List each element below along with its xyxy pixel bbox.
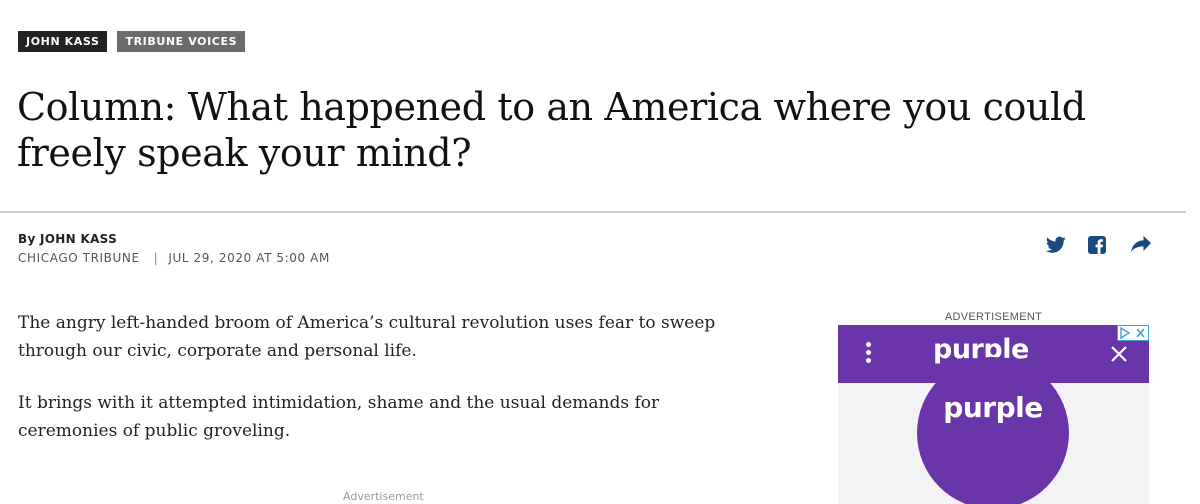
byline-meta: CHICAGO TRIBUNE | JUL 29, 2020 AT 5:00 A…	[18, 251, 330, 265]
sidebar-ad-label: ADVERTISEMENT	[944, 311, 1043, 323]
paragraph: The angry left-handed broom of America’s…	[18, 313, 716, 361]
close-icon[interactable]	[1108, 343, 1130, 365]
share-arrow-icon[interactable]	[1130, 236, 1151, 254]
byline-date: JUL 29, 2020 AT 5:00 AM	[168, 251, 330, 265]
section-tags: JOHN KASS TRIBUNE VOICES	[18, 31, 246, 52]
sidebar-ad[interactable]: purple purple	[838, 325, 1149, 504]
inline-ad-label: Advertisement	[343, 490, 424, 503]
article-body: The angry left-handed broom of America’s…	[18, 309, 758, 469]
facebook-icon[interactable]	[1088, 236, 1108, 254]
ad-circle-logo[interactable]: purple	[917, 357, 1069, 504]
article-headline: Column: What happened to an America wher…	[17, 85, 1086, 175]
byline-separator: |	[153, 251, 159, 265]
byline: By JOHN KASS CHICAGO TRIBUNE | JUL 29, 2…	[18, 232, 330, 265]
byline-publication: CHICAGO TRIBUNE	[18, 251, 140, 265]
tag-john-kass[interactable]: JOHN KASS	[18, 31, 108, 52]
byline-author[interactable]: By JOHN KASS	[18, 232, 330, 246]
tag-tribune-voices[interactable]: TRIBUNE VOICES	[117, 31, 246, 52]
ad-choices-icon[interactable]	[1117, 325, 1149, 341]
header-divider	[0, 211, 1186, 213]
twitter-icon[interactable]	[1046, 236, 1066, 254]
paragraph: It brings with it attempted intimidation…	[18, 393, 660, 441]
ad-circle-brand: purple	[943, 391, 1043, 424]
share-bar	[1046, 236, 1151, 254]
ad-menu-icon[interactable]	[863, 342, 873, 366]
